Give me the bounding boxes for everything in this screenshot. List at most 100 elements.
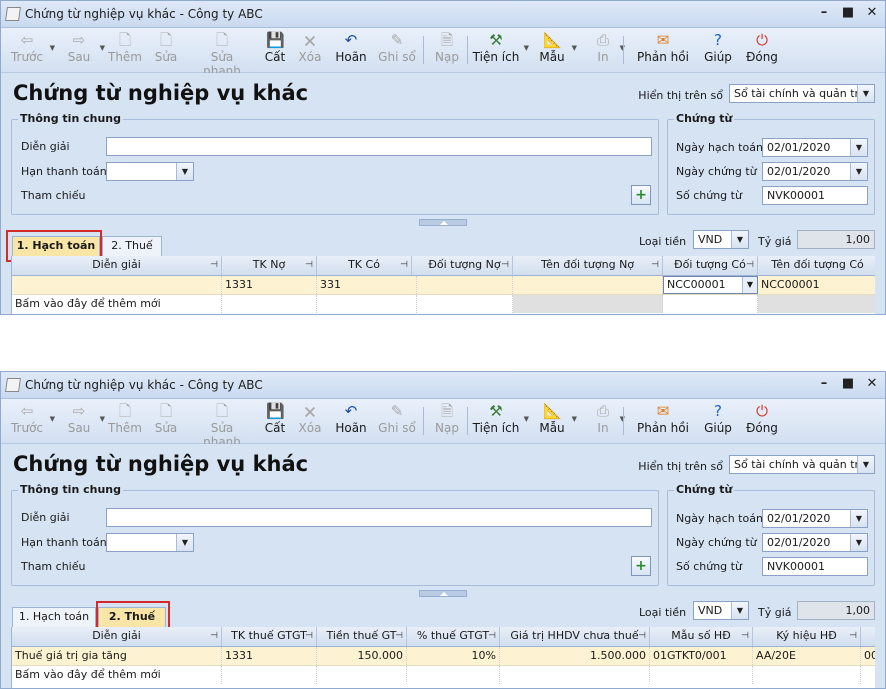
voucher-no-input[interactable]: NVK00001: [762, 557, 868, 576]
dropdown-arrow-icon[interactable]: ▼: [572, 415, 577, 423]
add-new-row[interactable]: Bấm vào đây để thêm mới: [12, 295, 875, 313]
cell-debit-object-name[interactable]: [513, 276, 663, 294]
cell-invoice-series[interactable]: AA/20E: [753, 647, 861, 665]
col-vat-account[interactable]: TK thuế GTGT ⊣: [222, 627, 317, 646]
pin-icon[interactable]: ⊣: [305, 256, 313, 274]
col-vat-rate[interactable]: % thuế GTGT ⊣: [407, 627, 500, 646]
cell-overflow[interactable]: 00: [861, 647, 875, 665]
table-row[interactable]: Thuế giá trị gia tăng 1331 150.000 10% 1…: [12, 647, 875, 666]
chevron-down-icon[interactable]: ▼: [850, 510, 867, 527]
cell-vat-rate[interactable]: 10%: [407, 647, 500, 665]
dropdown-arrow-icon[interactable]: ▼: [524, 415, 529, 423]
add-reference-button[interactable]: +: [631, 185, 651, 205]
dropdown-arrow-icon[interactable]: ▼: [524, 44, 529, 52]
col-pretax-value[interactable]: Giá trị HHDV chưa thuế ⊣: [500, 627, 650, 646]
dropdown-arrow-icon[interactable]: ▼: [50, 44, 55, 52]
toolbar-save-button[interactable]: 💾 Cất: [261, 30, 289, 70]
toolbar-arrow-left-button[interactable]: ⇦ Trước ▼: [7, 30, 55, 70]
display-on-book-select[interactable]: Sổ tài chính và quản trị ▼: [729, 455, 875, 474]
toolbar-help-button[interactable]: ? Giúp: [703, 30, 733, 70]
col-credit-object[interactable]: Đối tượng Có ⊣: [663, 256, 758, 275]
toolbar-add-document-button[interactable]: 🗋 Thêm: [105, 401, 145, 441]
cell-debit-account[interactable]: 1331: [222, 276, 317, 294]
description-input[interactable]: [106, 137, 652, 156]
cell-credit-account[interactable]: 331: [317, 276, 417, 294]
toolbar-print-button[interactable]: ⎙In▼: [589, 401, 625, 441]
toolbar-help-button[interactable]: ? Giúp: [703, 401, 733, 441]
pin-icon[interactable]: ⊣: [400, 256, 408, 274]
toolbar-post-pencil-button[interactable]: ✎ Ghi sổ: [377, 30, 417, 70]
minimize-button[interactable]: –: [817, 376, 831, 391]
toolbar-save-button[interactable]: 💾 Cất: [261, 401, 289, 441]
tab-tax[interactable]: 2. Thuế: [102, 236, 162, 256]
toolbar-edit-button[interactable]: 🗋 Sửa: [151, 30, 181, 70]
pin-icon[interactable]: ⊣: [501, 256, 509, 274]
col-debit-account[interactable]: TK Nợ ⊣: [222, 256, 317, 275]
currency-select[interactable]: VND ▼: [693, 601, 749, 620]
cell-vat-account[interactable]: 1331: [222, 647, 317, 665]
maximize-button[interactable]: ■: [841, 376, 855, 391]
pin-icon[interactable]: ⊣: [651, 256, 659, 274]
chevron-down-icon[interactable]: ▼: [857, 456, 874, 473]
col-description[interactable]: Diễn giải ⊣: [12, 256, 222, 275]
chevron-down-icon[interactable]: ▼: [731, 231, 748, 248]
minimize-button[interactable]: –: [817, 5, 831, 20]
toolbar-print-button[interactable]: ⎙In▼: [589, 30, 625, 70]
toolbar-feedback-mail-button[interactable]: ✉ Phản hồi: [635, 30, 691, 70]
cell-vat-amount[interactable]: 150.000: [317, 647, 407, 665]
chevron-down-icon[interactable]: ▼: [731, 602, 748, 619]
exchange-rate-field[interactable]: 1,00: [797, 230, 875, 249]
col-debit-object-name[interactable]: Tên đối tượng Nợ ⊣: [513, 256, 663, 275]
collapse-splitter[interactable]: [419, 219, 467, 226]
toolbar-undo-button[interactable]: ↶ Hoãn: [334, 30, 368, 70]
exchange-rate-field[interactable]: 1,00: [797, 601, 875, 620]
pin-icon[interactable]: ⊣: [210, 627, 218, 645]
cell-description[interactable]: [12, 276, 222, 294]
toolbar-feedback-mail-button[interactable]: ✉ Phản hồi: [635, 401, 691, 441]
toolbar-post-pencil-button[interactable]: ✎ Ghi sổ: [377, 401, 417, 441]
chevron-down-icon[interactable]: ▼: [176, 163, 193, 180]
toolbar-quick-edit-button[interactable]: 🗋 Sửa nhanh: [191, 30, 253, 79]
add-new-label[interactable]: Bấm vào đây để thêm mới: [12, 666, 222, 684]
toolbar-add-document-button[interactable]: 🗋 Thêm: [105, 30, 145, 70]
toolbar-utilities-button[interactable]: ⚒ Tiện ích ▼: [471, 401, 529, 441]
col-credit-object-name[interactable]: Tên đối tượng Có: [758, 256, 875, 275]
col-invoice-series[interactable]: Ký hiệu HĐ ⊣: [753, 627, 861, 646]
col-debit-object[interactable]: Đối tượng Nợ ⊣: [417, 256, 513, 275]
collapse-splitter[interactable]: [419, 590, 467, 597]
toolbar-arrow-right-button[interactable]: ⇨ Sau ▼: [61, 30, 105, 70]
dropdown-arrow-icon[interactable]: ▼: [50, 415, 55, 423]
close-button[interactable]: ✕: [865, 376, 879, 391]
col-credit-account[interactable]: TK Có ⊣: [317, 256, 412, 275]
toolbar-arrow-left-button[interactable]: ⇦ Trước ▼: [7, 401, 55, 441]
pin-icon[interactable]: ⊣: [488, 627, 496, 645]
cell-debit-object[interactable]: [417, 276, 513, 294]
toolbar-reload-button[interactable]: 🗎 Nạp: [433, 30, 461, 70]
cell-credit-object-name[interactable]: NCC00001: [758, 276, 875, 294]
pin-icon[interactable]: ⊣: [305, 627, 313, 645]
add-new-label[interactable]: Bấm vào đây để thêm mới: [12, 295, 222, 313]
voucher-date-input[interactable]: 02/01/2020 ▼: [762, 533, 868, 552]
close-button[interactable]: ✕: [865, 5, 879, 20]
maximize-button[interactable]: ■: [841, 5, 855, 20]
due-date-select[interactable]: ▼: [106, 533, 194, 552]
cell-description[interactable]: Thuế giá trị gia tăng: [12, 647, 222, 665]
toolbar-close-power-button[interactable]: ⏻ Đóng: [745, 401, 779, 441]
toolbar-utilities-button[interactable]: ⚒ Tiện ích ▼: [471, 30, 529, 70]
tab-accounting[interactable]: 1. Hạch toán: [12, 607, 96, 627]
chevron-down-icon[interactable]: ▼: [857, 85, 874, 102]
toolbar-reload-button[interactable]: 🗎 Nạp: [433, 401, 461, 441]
pin-icon[interactable]: ⊣: [849, 627, 857, 645]
toolbar-quick-edit-button[interactable]: 🗋 Sửa nhanh: [191, 401, 253, 450]
chevron-down-icon[interactable]: ▼: [850, 139, 867, 156]
chevron-down-icon[interactable]: ▼: [850, 163, 867, 180]
add-new-row[interactable]: Bấm vào đây để thêm mới: [12, 666, 875, 684]
cell-credit-object-combo[interactable]: NCC00001 ▼: [663, 276, 758, 294]
chevron-down-icon[interactable]: ▼: [176, 534, 193, 551]
add-reference-button[interactable]: +: [631, 556, 651, 576]
currency-select[interactable]: VND ▼: [693, 230, 749, 249]
chevron-down-icon[interactable]: ▼: [742, 277, 757, 293]
toolbar-undo-button[interactable]: ↶ Hoãn: [334, 401, 368, 441]
due-date-select[interactable]: ▼: [106, 162, 194, 181]
toolbar-delete-button[interactable]: 🗙 Xóa: [297, 401, 323, 441]
